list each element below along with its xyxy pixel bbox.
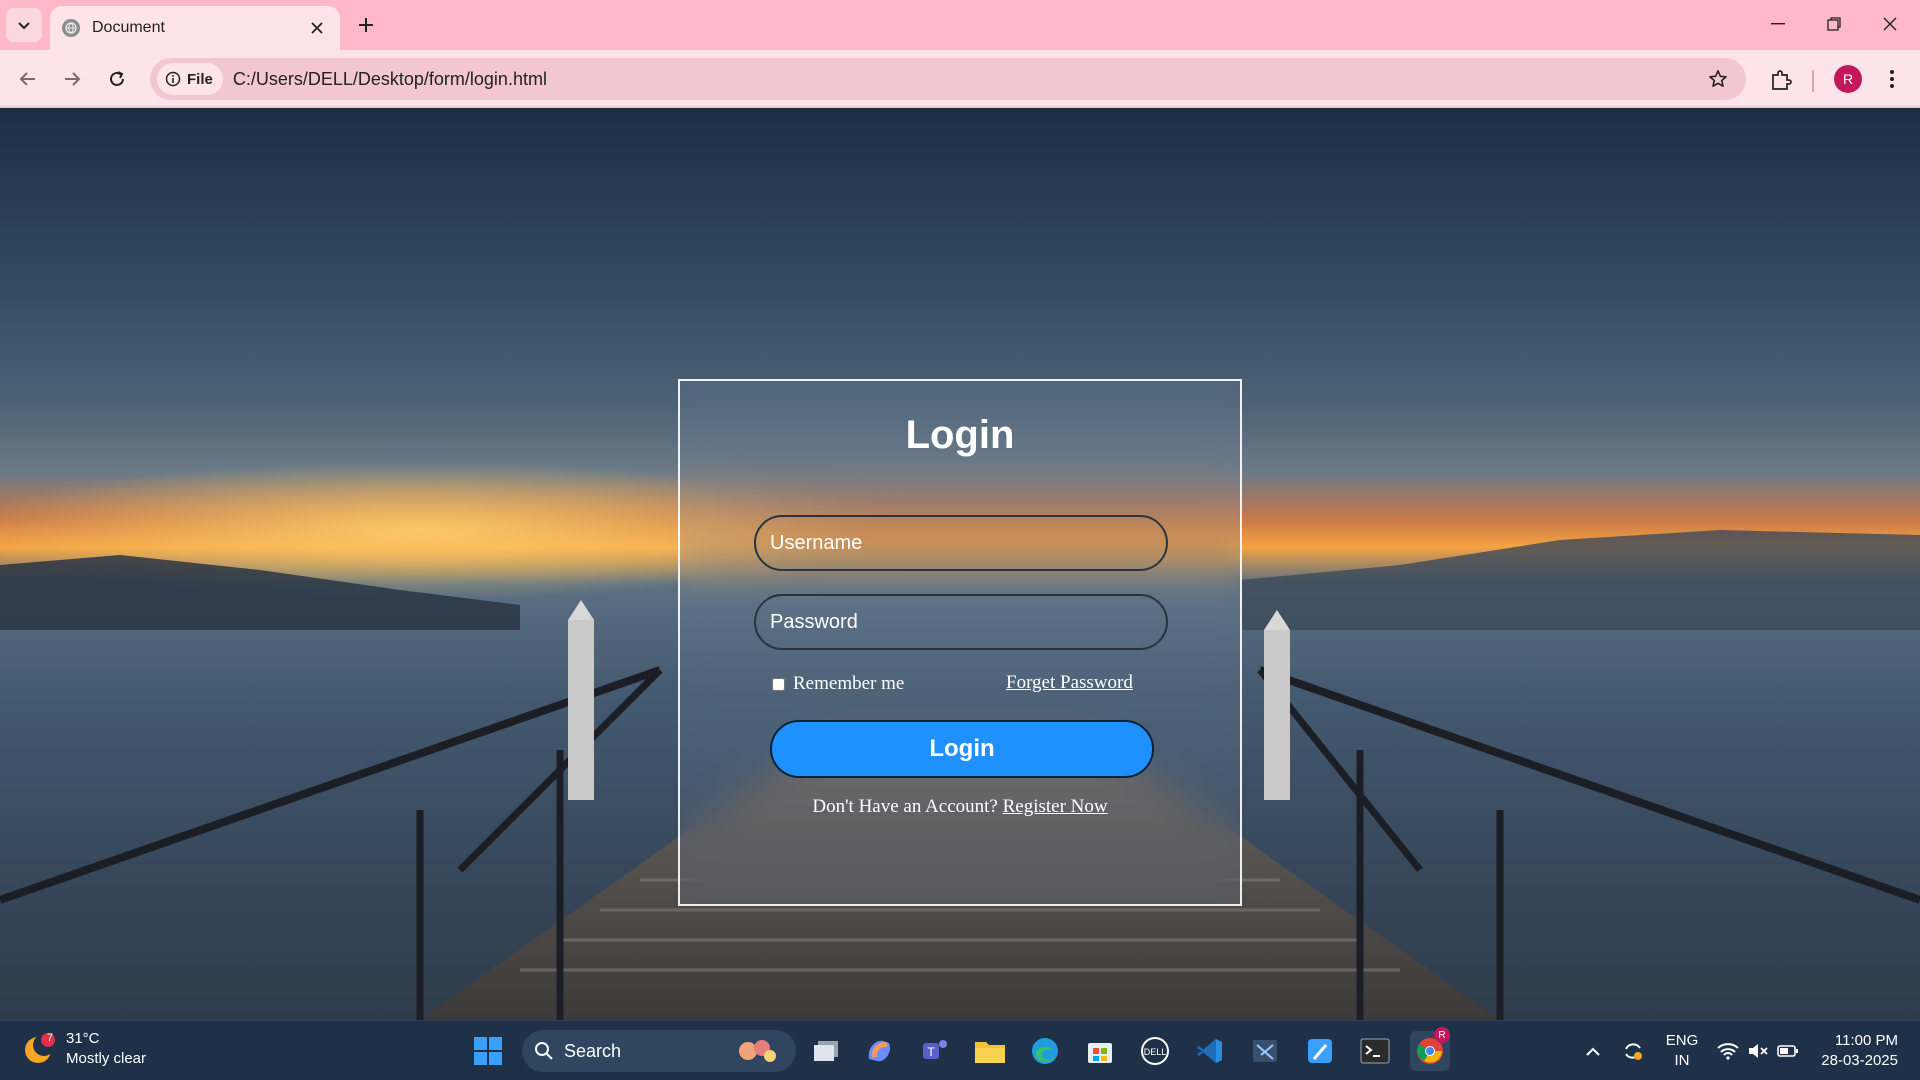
search-highlight-icon <box>739 1040 776 1062</box>
weather-description: Mostly clear <box>66 1050 147 1067</box>
register-row: Don't Have an Account? Register Now <box>680 796 1240 818</box>
clock-time: 11:00 PM <box>1834 1032 1898 1049</box>
region-code: IN <box>1674 1052 1690 1069</box>
url-text[interactable]: C:/Users/DELL/Desktop/form/login.html <box>233 69 1698 90</box>
site-info-chip[interactable]: File <box>157 63 223 95</box>
copilot-icon[interactable] <box>860 1031 900 1071</box>
toolbar-divider <box>1812 70 1814 92</box>
profile-avatar[interactable]: R <box>1834 65 1862 93</box>
terminal-icon[interactable] <box>1355 1031 1395 1071</box>
kebab-menu-icon[interactable] <box>1880 64 1904 94</box>
browser-tab-bar: Document <box>0 0 1920 50</box>
tab-search-button[interactable] <box>6 8 42 42</box>
back-arrow-icon[interactable] <box>12 63 44 95</box>
browser-toolbar: File C:/Users/DELL/Desktop/form/login.ht… <box>0 50 1920 108</box>
taskbar-search[interactable]: Search <box>522 1030 796 1072</box>
svg-text:T: T <box>927 1045 935 1059</box>
remember-me-row[interactable]: Remember me <box>772 673 904 695</box>
close-tab-icon[interactable] <box>306 17 328 39</box>
teams-icon[interactable]: T <box>915 1031 955 1071</box>
info-icon <box>165 71 181 87</box>
vscode-icon[interactable] <box>1190 1031 1230 1071</box>
remember-me-label: Remember me <box>793 673 905 694</box>
address-bar[interactable]: File C:/Users/DELL/Desktop/form/login.ht… <box>150 58 1746 100</box>
language-code: ENG <box>1665 1032 1699 1049</box>
microsoft-store-icon[interactable] <box>1080 1031 1120 1071</box>
chrome-icon[interactable]: R <box>1410 1027 1450 1071</box>
task-view-icon[interactable] <box>806 1031 846 1071</box>
remember-me-checkbox[interactable] <box>772 677 785 691</box>
site-chip-label: File <box>187 70 213 88</box>
language-indicator[interactable]: ENG IN <box>1660 1031 1704 1071</box>
close-window-icon[interactable] <box>1862 6 1918 42</box>
minimize-icon[interactable] <box>1750 6 1806 42</box>
wifi-icon[interactable] <box>1714 1021 1742 1080</box>
temperature: 31°C <box>66 1030 100 1047</box>
windows-start-icon[interactable] <box>468 1031 508 1071</box>
search-icon <box>535 1042 553 1060</box>
weather-moon-icon: 7 <box>22 1032 56 1066</box>
chevron-down-icon <box>18 22 30 30</box>
tab-title: Document <box>92 19 165 36</box>
volume-muted-icon[interactable] <box>1744 1021 1772 1080</box>
sync-icon[interactable] <box>1618 1021 1648 1080</box>
bookmark-star-icon[interactable] <box>1698 59 1738 99</box>
dell-icon[interactable]: DELL <box>1135 1031 1175 1071</box>
clock-date: 28-03-2025 <box>1821 1052 1898 1069</box>
reload-icon[interactable] <box>101 63 133 95</box>
svg-text:DELL: DELL <box>1144 1047 1167 1057</box>
search-label: Search <box>564 1040 622 1061</box>
page-viewport: Login Remember me Forget Password Login … <box>0 110 1920 1020</box>
browser-tab[interactable]: Document <box>50 6 340 50</box>
forward-arrow-icon[interactable] <box>56 63 88 95</box>
login-card: Login Remember me Forget Password Login … <box>678 379 1242 906</box>
username-input[interactable] <box>754 515 1168 571</box>
file-explorer-icon[interactable] <box>970 1031 1010 1071</box>
globe-icon <box>62 19 80 37</box>
taskbar: 7 31°C Mostly clear Search T DELL R ENG … <box>0 1020 1920 1080</box>
extensions-puzzle-icon[interactable] <box>1764 64 1798 96</box>
snipping-tool-icon[interactable] <box>1245 1031 1285 1071</box>
register-prompt: Don't Have an Account? <box>812 796 998 817</box>
show-hidden-icons-chevron-icon[interactable] <box>1578 1021 1608 1080</box>
login-title: Login <box>905 413 1015 457</box>
paint-icon[interactable] <box>1300 1031 1340 1071</box>
clock[interactable]: 11:00 PM 28-03-2025 <box>1808 1031 1898 1071</box>
edge-browser-icon[interactable] <box>1025 1031 1065 1071</box>
weather-widget[interactable]: 7 31°C Mostly clear <box>22 1029 146 1069</box>
chrome-profile-badge: R <box>1434 1027 1450 1043</box>
weather-badge: 7 <box>46 1032 54 1044</box>
register-now-link[interactable]: Register Now <box>1003 796 1108 817</box>
new-tab-icon[interactable] <box>352 11 380 39</box>
battery-icon[interactable] <box>1774 1021 1802 1080</box>
restore-icon[interactable] <box>1806 6 1862 42</box>
login-button[interactable]: Login <box>770 720 1154 778</box>
forget-password-link[interactable]: Forget Password <box>1006 672 1133 694</box>
password-input[interactable] <box>754 594 1168 650</box>
